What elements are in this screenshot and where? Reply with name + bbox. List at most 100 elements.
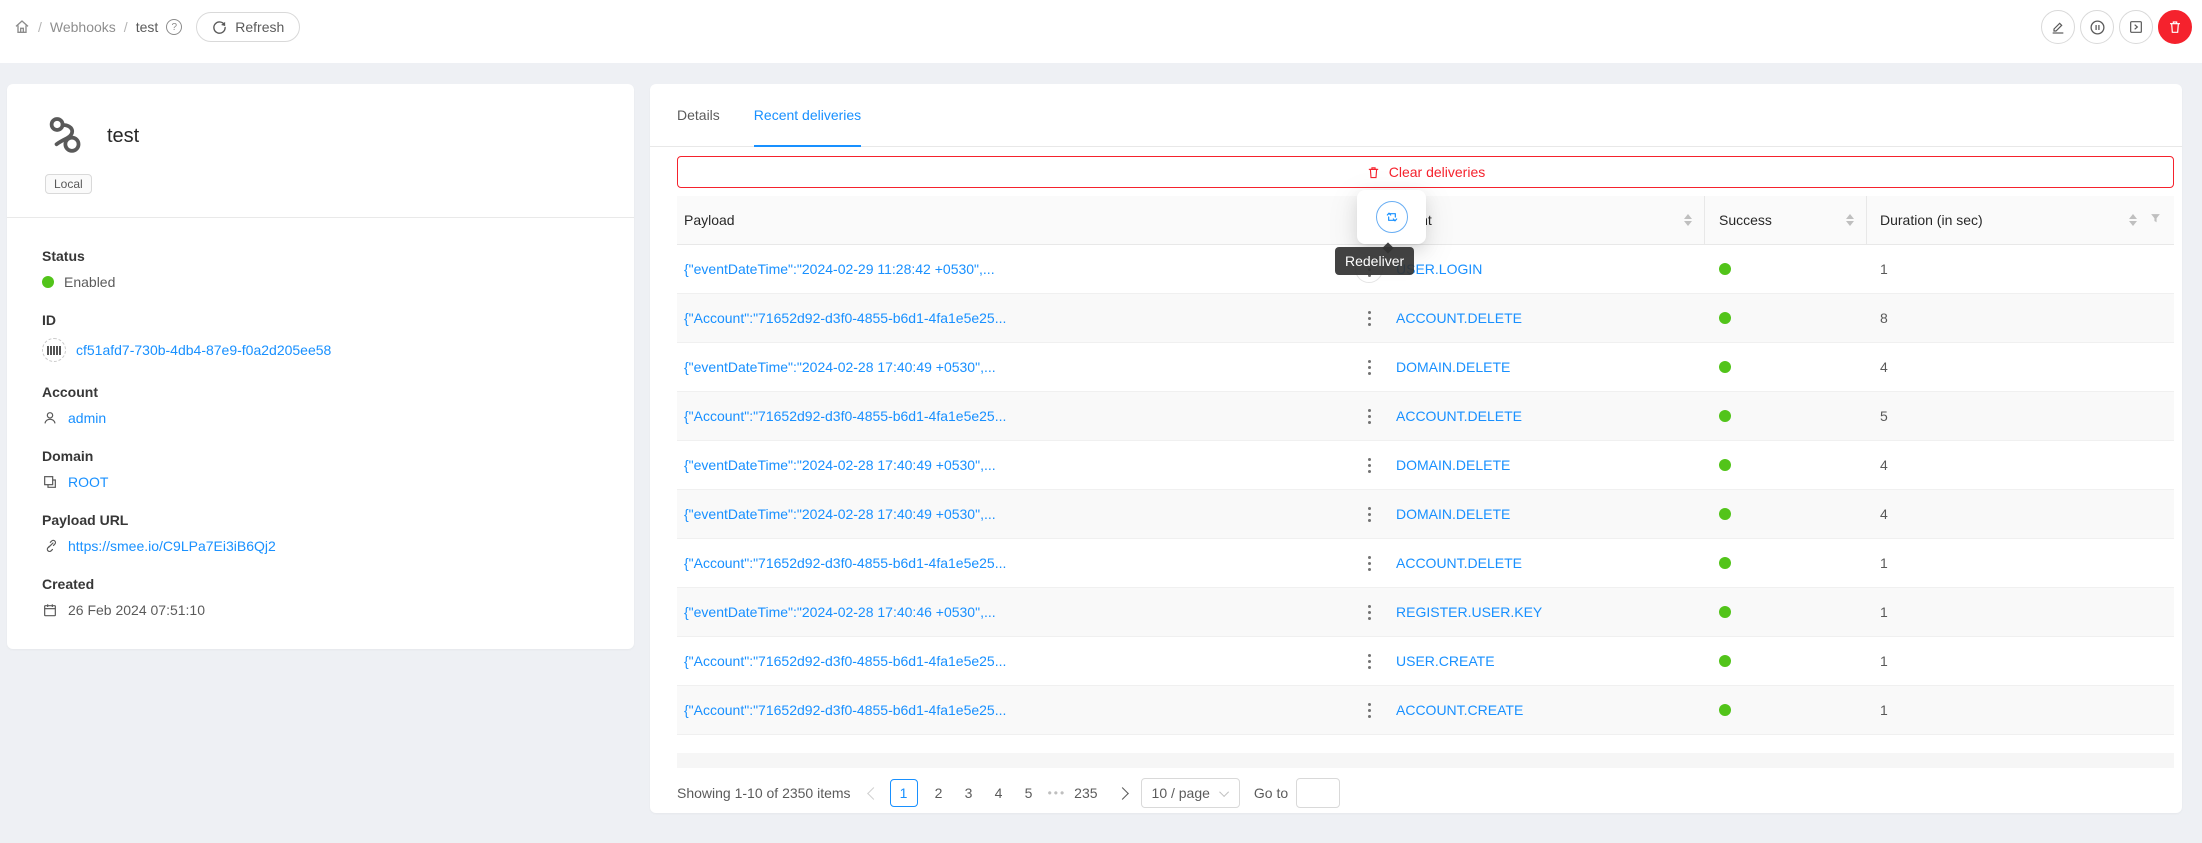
duration-value: 1: [1880, 604, 1888, 620]
payload-link[interactable]: {"eventDateTime":"2024-02-29 11:28:42 +0…: [684, 261, 995, 277]
row-actions-button[interactable]: [1355, 696, 1383, 724]
disable-webhook-button[interactable]: [2080, 10, 2114, 44]
payload-link[interactable]: {"eventDateTime":"2024-02-28 17:40:49 +0…: [684, 359, 996, 375]
duration-value: 4: [1880, 506, 1888, 522]
payload-link[interactable]: {"Account":"71652d92-d3f0-4855-b6d1-4fa1…: [684, 408, 1006, 424]
duration-value: 1: [1880, 555, 1888, 571]
row-actions-button[interactable]: [1355, 500, 1383, 528]
tab-recent-deliveries[interactable]: Recent deliveries: [754, 84, 861, 147]
payload-link[interactable]: {"eventDateTime":"2024-02-28 17:40:46 +0…: [684, 604, 996, 620]
page-button[interactable]: 2: [928, 785, 950, 801]
resource-details-panel: test Local Status Enabled ID cf51afd7-73…: [7, 84, 634, 649]
event-link[interactable]: ACCOUNT.DELETE: [1396, 310, 1522, 326]
account-link[interactable]: admin: [68, 410, 106, 426]
refresh-button[interactable]: Refresh: [196, 12, 300, 42]
clear-deliveries-button[interactable]: Clear deliveries: [677, 156, 2174, 188]
page-button[interactable]: 1: [890, 779, 918, 807]
row-actions-button[interactable]: [1355, 451, 1383, 479]
barcode-icon: [42, 338, 66, 362]
event-link[interactable]: DOMAIN.DELETE: [1396, 359, 1510, 375]
success-indicator: [1719, 704, 1731, 716]
payload-link[interactable]: {"eventDateTime":"2024-02-28 17:40:49 +0…: [684, 506, 996, 522]
next-page-button[interactable]: [1116, 787, 1129, 800]
column-header-event[interactable]: Event: [1390, 196, 1705, 244]
row-actions-button[interactable]: [1355, 353, 1383, 381]
success-indicator: [1719, 410, 1731, 422]
row-actions-button[interactable]: [1355, 402, 1383, 430]
link-icon: [42, 538, 58, 554]
payload-link[interactable]: {"Account":"71652d92-d3f0-4855-b6d1-4fa1…: [684, 702, 1006, 718]
table-row: {"Account":"71652d92-d3f0-4855-b6d1-4fa1…: [677, 637, 2174, 686]
sort-icon[interactable]: [1684, 214, 1692, 226]
column-header-success[interactable]: Success: [1705, 196, 1867, 244]
row-actions-button[interactable]: [1355, 647, 1383, 675]
status-section: Status Enabled: [42, 248, 606, 290]
refresh-icon: [212, 20, 227, 35]
payload-link[interactable]: {"eventDateTime":"2024-02-28 17:40:49 +0…: [684, 457, 996, 473]
created-label: Created: [42, 576, 606, 592]
test-delivery-button[interactable]: [2119, 10, 2153, 44]
pagination-summary: Showing 1-10 of 2350 items: [677, 785, 851, 801]
help-icon[interactable]: [166, 19, 182, 35]
duration-value: 1: [1880, 653, 1888, 669]
event-link[interactable]: ACCOUNT.CREATE: [1396, 702, 1523, 718]
pagination: Showing 1-10 of 2350 items 1 2 3 4 5 •••…: [677, 778, 2174, 808]
row-actions-button[interactable]: [1355, 598, 1383, 626]
webhook-icon: [45, 114, 89, 158]
payload-url-link[interactable]: https://smee.io/C9LPa7Ei3iB6Qj2: [68, 538, 276, 554]
duration-value: 4: [1880, 359, 1888, 375]
redeliver-button[interactable]: [1376, 201, 1408, 233]
domain-link[interactable]: ROOT: [68, 474, 108, 490]
id-link[interactable]: cf51afd7-730b-4db4-87e9-f0a2d205ee58: [76, 342, 331, 358]
account-label: Account: [42, 384, 606, 400]
duration-value: 1: [1880, 702, 1888, 718]
duration-value: 5: [1880, 408, 1888, 424]
status-value: Enabled: [64, 274, 115, 290]
row-actions-button[interactable]: [1355, 304, 1383, 332]
sort-icon[interactable]: [2129, 214, 2137, 226]
home-icon[interactable]: [14, 19, 30, 35]
event-link[interactable]: USER.CREATE: [1396, 653, 1495, 669]
duration-value: 4: [1880, 457, 1888, 473]
tab-details[interactable]: Details: [677, 84, 720, 147]
status-dot-icon: [42, 276, 54, 288]
payload-link[interactable]: {"Account":"71652d92-d3f0-4855-b6d1-4fa1…: [684, 310, 1006, 326]
edit-webhook-button[interactable]: [2041, 10, 2075, 44]
id-section: ID cf51afd7-730b-4db4-87e9-f0a2d205ee58: [42, 312, 606, 362]
table-row: {"eventDateTime":"2024-02-28 17:40:49 +0…: [677, 441, 2174, 490]
payload-link[interactable]: {"Account":"71652d92-d3f0-4855-b6d1-4fa1…: [684, 555, 1006, 571]
page-size-select[interactable]: 10 / page: [1141, 778, 1240, 808]
duration-value: 1: [1880, 261, 1888, 277]
delete-webhook-button[interactable]: [2158, 10, 2192, 44]
page-button-last[interactable]: 235: [1074, 785, 1097, 801]
trash-icon: [2167, 19, 2183, 35]
jump-next-icon[interactable]: •••: [1048, 786, 1067, 800]
id-label: ID: [42, 312, 606, 328]
column-header-duration[interactable]: Duration (in sec): [1867, 196, 2174, 244]
calendar-icon: [42, 602, 58, 618]
row-actions-popover: [1357, 190, 1426, 244]
row-actions-button[interactable]: [1355, 549, 1383, 577]
table-row: {"Account":"71652d92-d3f0-4855-b6d1-4fa1…: [677, 686, 2174, 735]
account-section: Account admin: [42, 384, 606, 426]
page-button[interactable]: 4: [988, 785, 1010, 801]
column-header-payload: Payload: [677, 212, 1348, 228]
payload-url-label: Payload URL: [42, 512, 606, 528]
event-link[interactable]: DOMAIN.DELETE: [1396, 457, 1510, 473]
page-button[interactable]: 5: [1018, 785, 1040, 801]
user-icon: [42, 410, 58, 426]
goto-page-input[interactable]: [1296, 778, 1340, 808]
created-section: Created 26 Feb 2024 07:51:10: [42, 576, 606, 618]
event-link[interactable]: DOMAIN.DELETE: [1396, 506, 1510, 522]
success-indicator: [1719, 557, 1731, 569]
filter-icon[interactable]: [2149, 212, 2162, 228]
event-link[interactable]: REGISTER.USER.KEY: [1396, 604, 1542, 620]
sort-icon[interactable]: [1846, 214, 1854, 226]
event-link[interactable]: ACCOUNT.DELETE: [1396, 555, 1522, 571]
prev-page-button[interactable]: [867, 787, 880, 800]
event-link[interactable]: ACCOUNT.DELETE: [1396, 408, 1522, 424]
success-indicator: [1719, 263, 1731, 275]
page-button[interactable]: 3: [958, 785, 980, 801]
breadcrumb-webhooks[interactable]: Webhooks: [50, 19, 116, 35]
payload-link[interactable]: {"Account":"71652d92-d3f0-4855-b6d1-4fa1…: [684, 653, 1006, 669]
